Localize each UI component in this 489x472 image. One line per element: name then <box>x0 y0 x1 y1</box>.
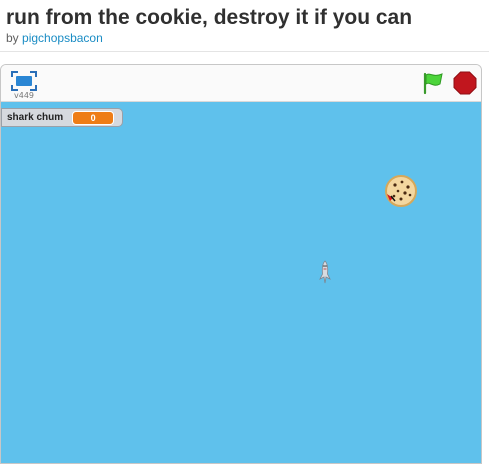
variable-monitor: shark chum 0 <box>1 108 124 127</box>
green-flag-button[interactable] <box>421 71 445 95</box>
version-label: v449 <box>14 91 35 100</box>
variable-value: 0 <box>72 110 115 125</box>
green-flag-icon <box>423 72 443 95</box>
project-byline: by pigchopsbacon <box>6 31 103 45</box>
header-divider <box>0 51 489 52</box>
stop-button[interactable] <box>453 71 477 95</box>
game-stage[interactable]: shark chum 0 <box>1 102 481 463</box>
fullscreen-button[interactable] <box>11 71 37 91</box>
project-page: run from the cookie, destroy it if you c… <box>0 0 489 472</box>
fullscreen-icon <box>11 71 37 91</box>
player-controls: v449 <box>1 65 481 102</box>
stop-sign-icon <box>453 71 477 95</box>
cookie-sprite[interactable] <box>384 174 418 208</box>
project-title: run from the cookie, destroy it if you c… <box>6 6 413 29</box>
shark-sprite[interactable] <box>319 260 331 284</box>
project-player: v449 shark chum 0 <box>0 64 482 464</box>
author-link[interactable]: pigchopsbacon <box>22 31 103 45</box>
by-prefix: by <box>6 31 19 45</box>
variable-name: shark chum <box>7 112 64 123</box>
